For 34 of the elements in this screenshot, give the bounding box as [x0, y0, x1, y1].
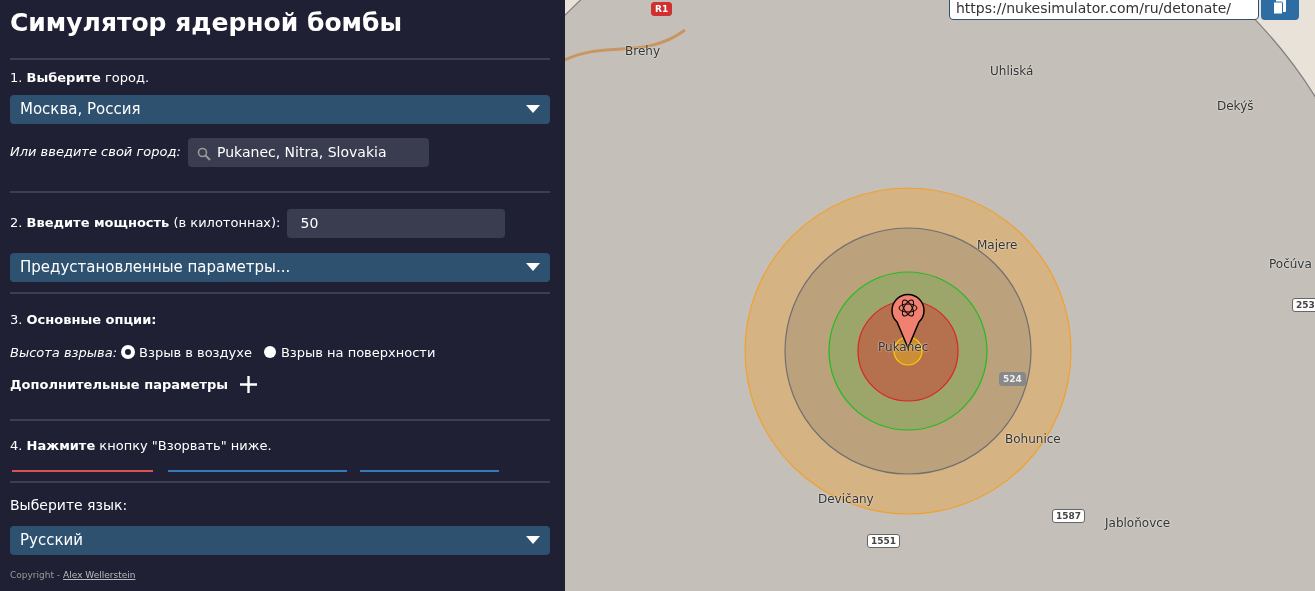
road-number: R1 [651, 2, 673, 16]
radio-option[interactable]: Взрыв в воздухе [122, 343, 252, 363]
step-instruction: 2. Введите мощность (в килотоннах): [10, 214, 281, 233]
road-number: 524 [999, 372, 1026, 386]
copyright-text: Copyright - [10, 568, 61, 582]
author-link[interactable]: Alex Wellerstein [63, 568, 136, 582]
app-title: Симулятор ядерной бомбы [10, 7, 404, 39]
place-label: Pukanec [878, 339, 929, 356]
place-label: Brehy [625, 43, 660, 60]
language-label: Выберите язык: [10, 495, 129, 515]
step-instruction: 3. Основные опции: [10, 310, 158, 329]
custom-city-label: Или введите свой город: [10, 143, 182, 162]
place-label: Uhliská [990, 63, 1034, 80]
place-label: Počúva [1269, 256, 1312, 273]
step-instruction: 4. Нажмите кнопку "Взорвать" ниже. [10, 437, 273, 455]
share-url-field[interactable]: https://nukesimulator.com/ru/detonate/ [949, 0, 1259, 20]
road-number: 1587 [1052, 509, 1086, 523]
road-number: 253 [1292, 298, 1315, 312]
city-select[interactable]: Москва, Россия [10, 94, 550, 124]
yield-field[interactable]: 50 [286, 208, 505, 238]
burst-height-label: Высота взрыва: [10, 344, 118, 362]
map-view[interactable]: Brehy Uhliská Dekýš Majere Počúva Pukanec Bohunice Devičany Jabloňovce R1 524 1587 1551 253 https://nukesimulator.com/ru/detonate/ [565, 0, 1315, 591]
preset-select[interactable]: Предустановленные параметры... [10, 252, 550, 282]
step-instruction: 1. Выберите город. [10, 69, 151, 87]
language-select[interactable]: Русский [10, 525, 550, 555]
place-label: Jabloňovce [1105, 515, 1171, 532]
road-number: 1551 [867, 534, 901, 548]
place-label: Bohunice [1005, 431, 1061, 448]
place-label: Dekýš [1217, 98, 1254, 115]
place-label: Majere [977, 237, 1018, 254]
radio-option[interactable]: Взрыв на поверхности [263, 343, 436, 363]
city-search-field[interactable]: Pukanec, Nitra, Slovakia [188, 137, 429, 167]
place-label: Devičany [818, 491, 874, 508]
advanced-options-toggle[interactable]: Дополнительные параметры [10, 374, 229, 394]
